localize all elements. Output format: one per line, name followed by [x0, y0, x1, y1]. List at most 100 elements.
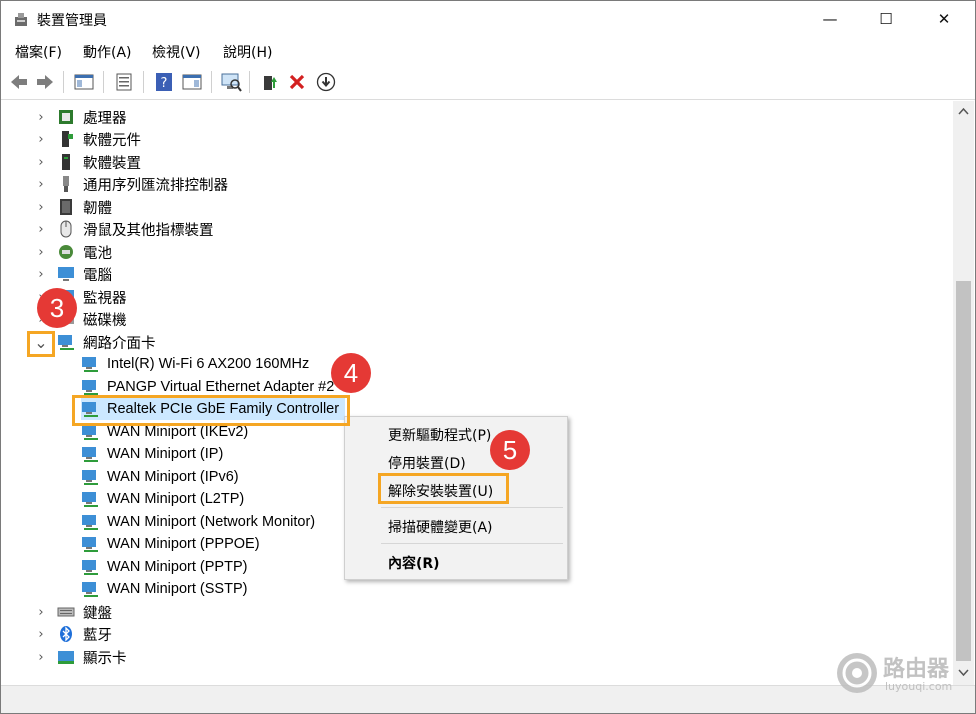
software-component-icon — [62, 131, 73, 147]
tree-item-label: WAN Miniport (IP) — [107, 446, 224, 462]
tree-item-computer[interactable]: 電腦 — [57, 263, 112, 285]
tree-item-usb[interactable]: 通用序列匯流排控制器 — [57, 173, 228, 195]
expand-chevron-icon[interactable]: › — [35, 106, 47, 128]
tree-item-wan-ip[interactable]: WAN Miniport (IP) — [81, 443, 223, 465]
download-icon[interactable] — [315, 71, 337, 93]
network-adapter-icon — [82, 447, 98, 462]
tree-item-battery[interactable]: 電池 — [57, 241, 112, 263]
expand-chevron-icon[interactable]: › — [35, 173, 47, 195]
tree-item-wan-network-monitor[interactable]: WAN Miniport (Network Monitor) — [81, 511, 315, 533]
toolbar-separator — [143, 71, 144, 93]
tree-item-label: WAN Miniport (SSTP) — [107, 581, 248, 597]
close-icon: ✕ — [937, 10, 951, 28]
uninstall-icon[interactable] — [286, 71, 308, 93]
tree-item-keyboard[interactable]: 鍵盤 — [57, 601, 112, 623]
action-pane-icon[interactable] — [181, 71, 203, 93]
tree-item-firmware[interactable]: 韌體 — [57, 196, 112, 218]
tree-item-mouse[interactable]: 滑鼠及其他指標裝置 — [57, 218, 214, 240]
help-icon[interactable]: ? — [153, 71, 175, 93]
minimize-button[interactable]: — — [807, 1, 853, 37]
tree-item-wan-pppoe[interactable]: WAN Miniport (PPPOE) — [81, 533, 260, 555]
back-arrow-icon[interactable] — [8, 71, 30, 93]
highlight-uninstall — [378, 473, 509, 504]
update-driver-icon[interactable] — [259, 71, 281, 93]
network-adapter-icon — [82, 470, 98, 485]
network-adapter-icon — [82, 357, 98, 372]
tree-item-intel-wifi[interactable]: Intel(R) Wi-Fi 6 AX200 160MHz — [81, 353, 309, 375]
expand-chevron-icon[interactable]: › — [35, 218, 47, 240]
tree-item-label: Intel(R) Wi-Fi 6 AX200 160MHz — [107, 356, 310, 372]
menu-help[interactable]: 說明(H) — [223, 42, 272, 62]
highlight-realtek — [72, 395, 350, 426]
title-bar: 裝置管理員 — ☐ ✕ — [1, 1, 975, 39]
tree-item-label: WAN Miniport (L2TP) — [107, 491, 245, 507]
svg-text:?: ? — [161, 76, 168, 91]
expand-chevron-icon[interactable]: › — [35, 151, 47, 173]
tree-item-label: 顯示卡 — [83, 650, 127, 667]
scroll-thumb[interactable] — [956, 281, 971, 661]
network-adapter-icon — [82, 582, 98, 597]
tree-item-label: WAN Miniport (IPv6) — [107, 469, 239, 485]
menu-disable-device[interactable]: 停用裝置(D) — [388, 453, 466, 473]
bluetooth-icon — [60, 626, 72, 642]
close-button[interactable]: ✕ — [921, 1, 967, 37]
tree-item-wan-pptp[interactable]: WAN Miniport (PPTP) — [81, 556, 247, 578]
status-bar — [1, 685, 975, 713]
expand-chevron-icon[interactable]: › — [35, 196, 47, 218]
scroll-up-icon[interactable] — [958, 107, 969, 115]
forward-arrow-icon[interactable] — [34, 71, 56, 93]
menu-bar: 檔案(F) 動作(A) 檢視(V) 說明(H) — [1, 39, 975, 63]
menu-properties[interactable]: 內容(R) — [388, 553, 440, 573]
tree-item-wan-sstp[interactable]: WAN Miniport (SSTP) — [81, 578, 247, 600]
tree-item-label: WAN Miniport (PPTP) — [107, 559, 248, 575]
tree-item-wan-ipv6[interactable]: WAN Miniport (IPv6) — [81, 466, 239, 488]
menu-scan-hardware[interactable]: 掃描硬體變更(A) — [388, 517, 493, 537]
keyboard-icon — [57, 607, 75, 617]
menu-update-driver[interactable]: 更新驅動程式(P) — [388, 425, 491, 445]
expand-chevron-icon[interactable]: › — [35, 128, 47, 150]
toolbar-separator — [211, 71, 212, 93]
toolbar-separator — [63, 71, 64, 93]
tree-item-software-device[interactable]: 軟體裝置 — [57, 151, 141, 173]
maximize-button[interactable]: ☐ — [863, 1, 909, 37]
expand-chevron-icon[interactable]: › — [35, 623, 47, 645]
tree-item-label: 鍵盤 — [83, 605, 112, 622]
tree-item-software-component[interactable]: 軟體元件 — [57, 128, 141, 150]
network-adapter-icon — [82, 560, 98, 575]
watermark-title: 路由器 — [883, 657, 950, 682]
device-manager-icon — [15, 13, 27, 26]
tree-item-display-adapter[interactable]: 顯示卡 — [57, 646, 127, 668]
step-badge-5: 5 — [490, 430, 530, 470]
network-adapter-icon — [82, 380, 98, 395]
expand-chevron-icon[interactable]: › — [35, 263, 47, 285]
scan-hardware-icon[interactable] — [220, 71, 242, 93]
network-adapter-icon — [82, 515, 98, 530]
watermark: 路由器 luyouqi.com — [835, 649, 971, 699]
expand-chevron-icon[interactable]: › — [35, 241, 47, 263]
tree-item-label: 軟體裝置 — [83, 155, 141, 172]
properties-icon[interactable] — [113, 71, 135, 93]
tree-item-label: 監視器 — [83, 290, 127, 307]
tree-item-label: 電腦 — [83, 267, 112, 284]
toolbar-separator — [103, 71, 104, 93]
battery-icon — [59, 245, 73, 259]
tree-item-label: 通用序列匯流排控制器 — [83, 177, 228, 194]
show-hide-console-tree-icon[interactable] — [73, 71, 95, 93]
expand-chevron-icon[interactable]: › — [35, 646, 47, 668]
menu-file[interactable]: 檔案(F) — [15, 42, 62, 62]
expand-chevron-icon[interactable]: › — [35, 601, 47, 623]
menu-view[interactable]: 檢視(V) — [152, 42, 201, 62]
tree-item-processor[interactable]: 處理器 — [57, 106, 127, 128]
tree-item-wan-l2tp[interactable]: WAN Miniport (L2TP) — [81, 488, 244, 510]
tree-item-label: PANGP Virtual Ethernet Adapter #2 — [107, 379, 335, 395]
menu-action[interactable]: 動作(A) — [83, 42, 132, 62]
menu-separator — [381, 507, 563, 508]
vertical-scrollbar[interactable] — [953, 101, 974, 685]
network-adapter-icon — [58, 335, 74, 350]
tree-item-label: 軟體元件 — [83, 132, 141, 149]
tree-item-network-adapters[interactable]: 網路介面卡 — [57, 331, 156, 353]
watermark-url: luyouqi.com — [885, 680, 953, 693]
tree-item-bluetooth[interactable]: 藍牙 — [57, 623, 112, 645]
step-badge-4: 4 — [331, 353, 371, 393]
maximize-icon: ☐ — [879, 10, 893, 28]
